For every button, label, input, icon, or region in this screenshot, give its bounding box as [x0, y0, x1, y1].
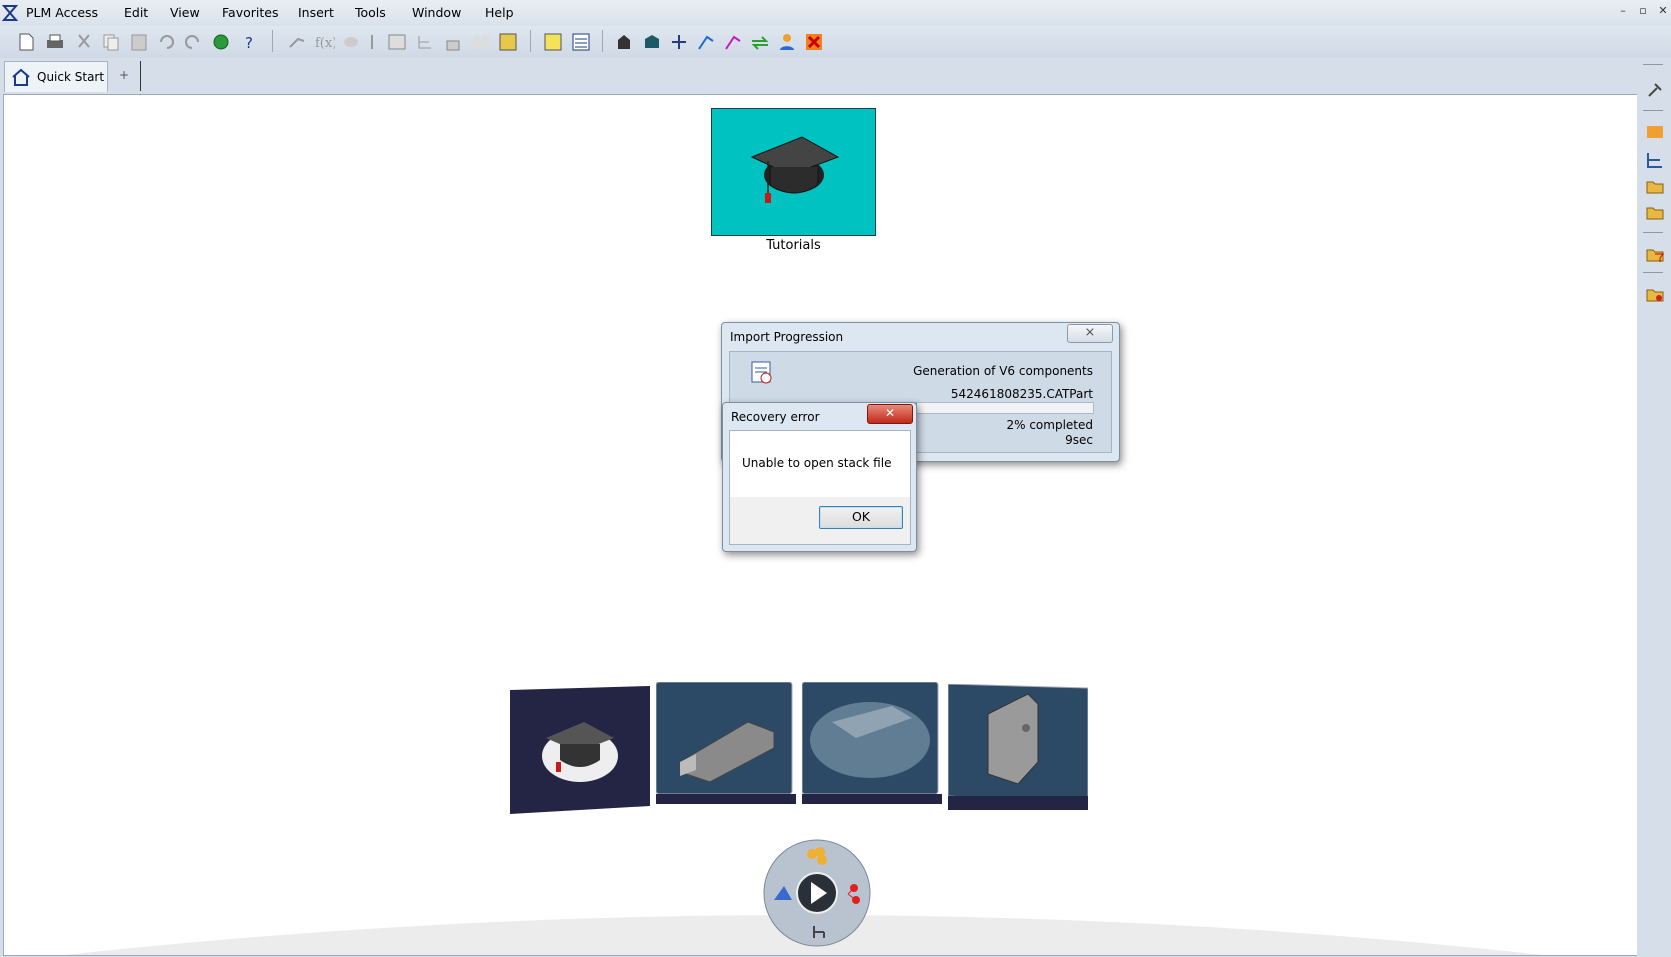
- ok-button[interactable]: OK: [819, 506, 903, 529]
- import-dialog-title: Import Progression: [730, 330, 844, 344]
- import-dialog-close-button[interactable]: ⨯: [1067, 324, 1113, 343]
- home-icon: [12, 68, 30, 86]
- menu-plm-access[interactable]: PLM Access: [26, 5, 98, 20]
- new-part-icon[interactable]: [722, 31, 744, 53]
- delete-icon[interactable]: [803, 31, 825, 53]
- svg-text:?: ?: [245, 34, 253, 52]
- carousel-card-tutorials[interactable]: [510, 686, 650, 814]
- whats-this-icon[interactable]: ?: [237, 31, 259, 53]
- update-icon[interactable]: [210, 31, 232, 53]
- add-tab-button[interactable]: +: [110, 61, 141, 91]
- error-dialog-close-button[interactable]: ✕: [867, 404, 913, 424]
- carousel-card-bracket-part[interactable]: [947, 683, 1089, 812]
- table-icon[interactable]: [386, 31, 408, 53]
- error-dialog-title: Recovery error: [731, 410, 820, 424]
- knowledge-icon[interactable]: [340, 31, 362, 53]
- tool-hammer-icon[interactable]: [1645, 80, 1665, 100]
- folder-settings-icon[interactable]: [1645, 284, 1665, 304]
- new-document-icon[interactable]: [15, 31, 37, 53]
- explore-icon[interactable]: [641, 31, 663, 53]
- menu-view[interactable]: View: [170, 5, 200, 20]
- menu-bar: PLM Access Edit View Favorites Insert To…: [0, 0, 1671, 26]
- copy-icon[interactable]: [100, 31, 122, 53]
- tool-structure-icon[interactable]: [1645, 122, 1665, 142]
- error-message: Unable to open stack file: [742, 456, 892, 470]
- undo-icon[interactable]: [155, 31, 177, 53]
- menu-insert[interactable]: Insert: [298, 5, 334, 20]
- import-percent-text: 2% completed: [1006, 418, 1093, 432]
- lock-icon[interactable]: [442, 31, 464, 53]
- close-icon: ✕: [884, 406, 896, 420]
- right-toolbar: [1637, 58, 1671, 957]
- user-icon[interactable]: [776, 31, 798, 53]
- carousel-card-usb-part[interactable]: [655, 681, 796, 806]
- measure-icon[interactable]: [363, 31, 385, 53]
- import-file-name: 542461808235.CATPart: [950, 387, 1093, 401]
- svg-text:f(x): f(x): [315, 36, 335, 51]
- cut-icon[interactable]: [73, 31, 95, 53]
- error-dialog-body: Unable to open stack file OK: [729, 430, 911, 545]
- menu-edit[interactable]: Edit: [124, 5, 148, 20]
- print-icon[interactable]: [44, 31, 66, 53]
- chart-view-icon[interactable]: [497, 31, 519, 53]
- menu-help[interactable]: Help: [485, 5, 514, 20]
- tab-label: Quick Start: [37, 70, 105, 84]
- add-tab-label: +: [119, 68, 130, 82]
- import-document-icon: [751, 361, 772, 384]
- sketch-icon[interactable]: [286, 31, 308, 53]
- redo-icon[interactable]: [182, 31, 204, 53]
- window-controls: – ▫ ✕: [1616, 4, 1671, 20]
- fit-all-icon[interactable]: [542, 31, 564, 53]
- close-icon: ⨯: [1084, 325, 1096, 340]
- graduation-cap-icon: [750, 136, 840, 203]
- menu-window[interactable]: Window: [412, 5, 461, 20]
- tab-quick-start[interactable]: Quick Start: [4, 61, 108, 92]
- open-folder-icon[interactable]: [1645, 176, 1665, 196]
- replace-icon[interactable]: [749, 31, 771, 53]
- compass-control[interactable]: [762, 838, 873, 949]
- close-window-button[interactable]: ✕: [1656, 4, 1670, 18]
- carousel-card-disc-part[interactable]: [801, 681, 942, 806]
- insert-existing-icon[interactable]: [668, 31, 690, 53]
- open-folder-2-icon[interactable]: [1645, 202, 1665, 222]
- lock-object-icon[interactable]: [613, 31, 635, 53]
- main-toolbar: ? f(x): [0, 26, 1671, 58]
- tutorials-tile[interactable]: [711, 108, 876, 236]
- menu-tools[interactable]: Tools: [355, 5, 386, 20]
- tutorials-label: Tutorials: [766, 238, 821, 253]
- import-progress-bar: [912, 402, 1094, 414]
- recovery-error-dialog: Recovery error ✕ Unable to open stack fi…: [722, 402, 917, 552]
- formula-icon[interactable]: f(x): [313, 31, 335, 53]
- restore-button[interactable]: ▫: [1636, 4, 1650, 18]
- folder-filter-icon[interactable]: [1645, 244, 1665, 264]
- list-view-icon[interactable]: [570, 31, 592, 53]
- new-component-icon[interactable]: [695, 31, 717, 53]
- menu-favorites[interactable]: Favorites: [222, 5, 278, 20]
- import-elapsed-time: 9sec: [1065, 433, 1093, 447]
- paste-icon[interactable]: [128, 31, 150, 53]
- app-logo-icon: [2, 5, 18, 21]
- tab-strip: Quick Start +: [0, 58, 1637, 94]
- import-status-text: Generation of V6 components: [913, 364, 1093, 378]
- minimize-button[interactable]: –: [1616, 4, 1630, 18]
- tree-icon[interactable]: [414, 31, 436, 53]
- tool-tree-icon[interactable]: [1645, 150, 1665, 170]
- compare-icon[interactable]: [470, 31, 492, 53]
